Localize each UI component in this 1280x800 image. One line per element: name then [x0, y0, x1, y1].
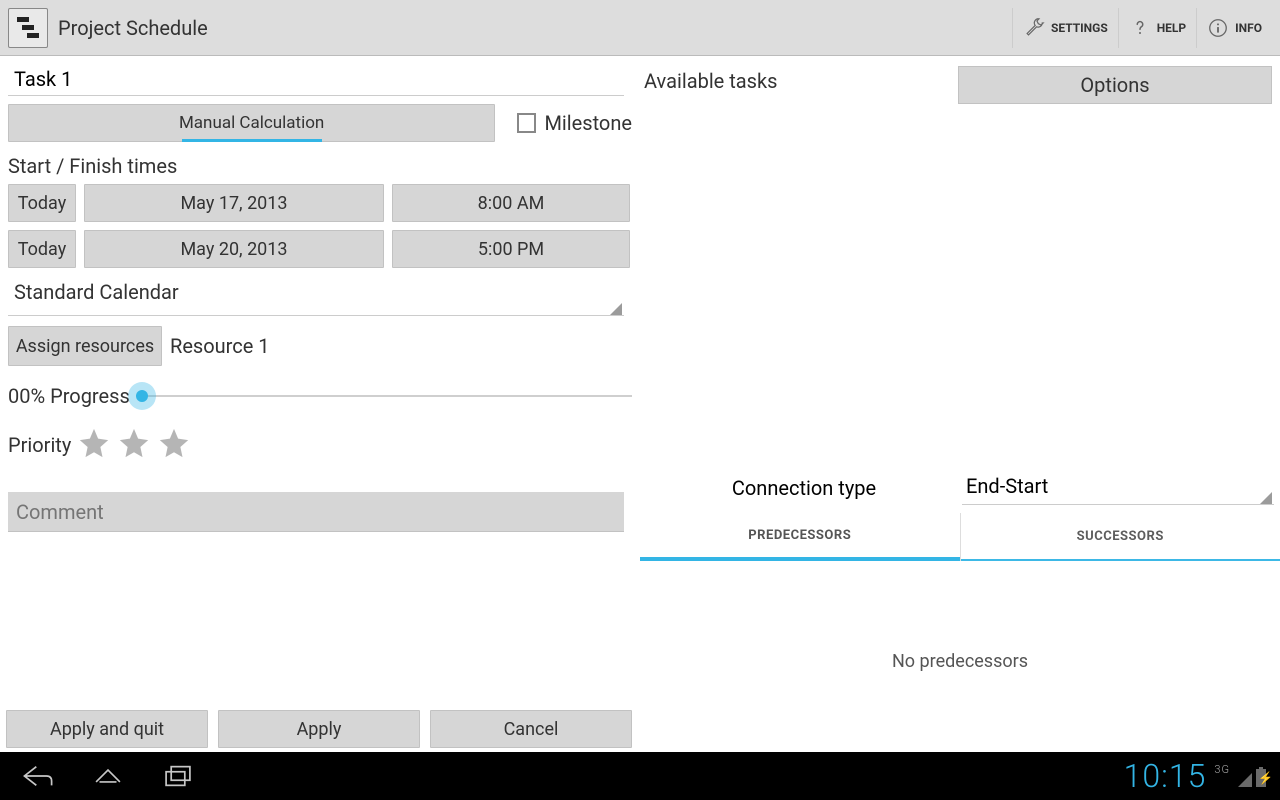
- clock-time: 10:15: [1124, 757, 1207, 795]
- milestone-checkbox[interactable]: [517, 113, 536, 133]
- apply-quit-button[interactable]: Apply and quit: [6, 710, 208, 748]
- connection-type-value: End-Start: [966, 474, 1048, 498]
- wrench-icon: [1023, 17, 1045, 39]
- dependency-tabs: PREDECESSORS SUCCESSORS: [640, 513, 1280, 561]
- start-time-button[interactable]: 8:00 AM: [392, 184, 630, 222]
- tab-predecessors[interactable]: PREDECESSORS: [640, 513, 960, 561]
- status-bar: 10:15 3G ⚡: [1124, 757, 1266, 795]
- priority-star-3[interactable]: [157, 426, 191, 464]
- times-title: Start / Finish times: [8, 154, 632, 178]
- connection-type-spinner[interactable]: End-Start: [962, 471, 1274, 505]
- network-label: 3G: [1214, 757, 1230, 776]
- dependencies-panel: Available tasks Options Connection type …: [640, 56, 1280, 752]
- question-icon: [1129, 17, 1151, 39]
- milestone-label: Milestone: [544, 111, 632, 135]
- info-label: INFO: [1235, 21, 1262, 35]
- action-bar: Project Schedule SETTINGS HELP INFO: [0, 0, 1280, 56]
- nav-bar: 10:15 3G ⚡: [0, 752, 1280, 800]
- priority-star-1[interactable]: [77, 426, 111, 464]
- app-icon: [8, 8, 48, 48]
- task-name-input[interactable]: [8, 66, 624, 96]
- app-title: Project Schedule: [58, 16, 208, 40]
- slider-thumb[interactable]: [128, 382, 156, 410]
- chevron-down-icon: [610, 303, 622, 315]
- priority-star-2[interactable]: [117, 426, 151, 464]
- empty-predecessors-label: No predecessors: [640, 651, 1280, 672]
- help-button[interactable]: HELP: [1118, 8, 1196, 48]
- manual-calculation-button[interactable]: Manual Calculation: [8, 104, 495, 142]
- settings-label: SETTINGS: [1051, 21, 1108, 35]
- info-icon: [1207, 17, 1229, 39]
- tab-successors[interactable]: SUCCESSORS: [961, 513, 1280, 561]
- priority-label: Priority: [8, 433, 71, 457]
- available-tasks-label: Available tasks: [644, 66, 958, 104]
- resource-value: Resource 1: [170, 334, 270, 358]
- comment-input[interactable]: [8, 492, 624, 532]
- signal-icon: [1238, 773, 1252, 787]
- task-edit-panel: Manual Calculation Milestone Start / Fin…: [0, 56, 640, 752]
- home-button[interactable]: [84, 752, 132, 800]
- recents-button[interactable]: [154, 752, 202, 800]
- start-date-button[interactable]: May 17, 2013: [84, 184, 384, 222]
- calendar-value: Standard Calendar: [14, 280, 179, 304]
- finish-date-button[interactable]: May 20, 2013: [84, 230, 384, 268]
- start-today-button[interactable]: Today: [8, 184, 76, 222]
- settings-button[interactable]: SETTINGS: [1012, 8, 1118, 48]
- back-button[interactable]: [14, 752, 62, 800]
- chevron-down-icon: [1260, 492, 1272, 504]
- finish-time-button[interactable]: 5:00 PM: [392, 230, 630, 268]
- calendar-spinner[interactable]: Standard Calendar: [8, 276, 624, 316]
- finish-today-button[interactable]: Today: [8, 230, 76, 268]
- progress-label: 00% Progress: [8, 384, 130, 408]
- help-label: HELP: [1157, 21, 1186, 35]
- options-button[interactable]: Options: [958, 66, 1272, 104]
- info-button[interactable]: INFO: [1196, 8, 1272, 48]
- cancel-button[interactable]: Cancel: [430, 710, 632, 748]
- battery-icon: ⚡: [1256, 769, 1266, 787]
- progress-slider[interactable]: [142, 382, 632, 410]
- apply-button[interactable]: Apply: [218, 710, 420, 748]
- assign-resources-button[interactable]: Assign resources: [8, 326, 162, 366]
- connection-type-label: Connection type: [646, 476, 962, 500]
